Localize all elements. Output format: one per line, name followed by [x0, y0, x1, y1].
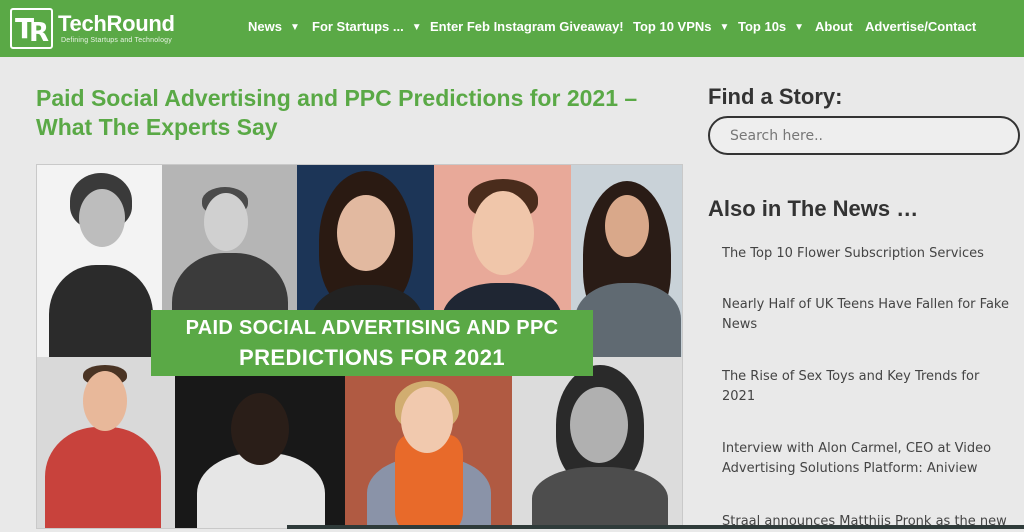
nav-item-top-10-vpns[interactable]: Top 10 VPNs ▼	[633, 19, 729, 34]
find-story-heading: Find a Story:	[708, 84, 843, 109]
site-logo[interactable]: T R TechRound Defining Startups and Tech…	[8, 7, 188, 51]
portrait-tile	[37, 357, 175, 528]
also-in-news-heading: Also in The News …	[708, 196, 919, 221]
chevron-down-icon: ▼	[289, 22, 300, 33]
nav-item-news[interactable]: News ▼	[248, 19, 300, 34]
news-link[interactable]: The Rise of Sex Toys and Key Trends for …	[722, 367, 1012, 407]
news-link[interactable]: Nearly Half of UK Teens Have Fallen for …	[722, 295, 1012, 335]
chevron-down-icon: ▼	[411, 22, 422, 33]
search-input[interactable]	[708, 116, 1020, 155]
logo-name: TechRound	[58, 11, 175, 36]
nav-item-about[interactable]: About	[815, 19, 853, 34]
chevron-down-icon: ▼	[794, 22, 805, 33]
nav-item-label: For Startups ...	[312, 19, 404, 34]
logo-mark-icon: T R	[10, 8, 53, 49]
logo-tagline: Defining Startups and Technology	[61, 37, 172, 44]
nav-item-label: Enter Feb Instagram Giveaway!	[430, 19, 624, 34]
news-link[interactable]: Interview with Alon Carmel, CEO at Video…	[722, 439, 1012, 479]
nav-item-label: Advertise/Contact	[865, 19, 977, 34]
portrait-tile	[512, 357, 682, 528]
main-nav: News ▼ For Startups ... ▼ Enter Feb Instag…	[248, 0, 1024, 57]
article-hero-image[interactable]: PAID SOCIAL ADVERTISING AND PPC PREDICTI…	[36, 164, 683, 529]
news-link[interactable]: The Top 10 Flower Subscription Services	[722, 244, 1012, 264]
nav-item-top-10s[interactable]: Top 10s ▼	[738, 19, 804, 34]
nav-item-label: Top 10s	[738, 19, 787, 34]
nav-item-advertise-contact[interactable]: Advertise/Contact	[865, 19, 976, 34]
portrait-tile	[345, 357, 512, 528]
nav-item-for-startups[interactable]: For Startups ... ▼	[312, 19, 422, 34]
hero-banner: PAID SOCIAL ADVERTISING AND PPC PREDICTI…	[151, 310, 593, 376]
bottom-strip	[287, 525, 1024, 529]
hero-banner-line2: PREDICTIONS FOR 2021	[239, 345, 505, 370]
nav-item-label: About	[815, 19, 853, 34]
top-navbar: T R TechRound Defining Startups and Tech…	[0, 0, 1024, 57]
nav-item-giveaway[interactable]: Enter Feb Instagram Giveaway!	[430, 19, 624, 34]
article-title[interactable]: Paid Social Advertising and PPC Predicti…	[36, 84, 686, 142]
portrait-tile	[37, 165, 162, 357]
nav-item-label: News	[248, 19, 282, 34]
news-link[interactable]: Straal announces Matthijs Pronk as the n…	[722, 512, 1012, 532]
chevron-down-icon: ▼	[719, 22, 730, 33]
hero-banner-line1: PAID SOCIAL ADVERTISING AND PPC	[185, 317, 559, 339]
portrait-tile	[175, 357, 345, 528]
nav-item-label: Top 10 VPNs	[633, 19, 712, 34]
